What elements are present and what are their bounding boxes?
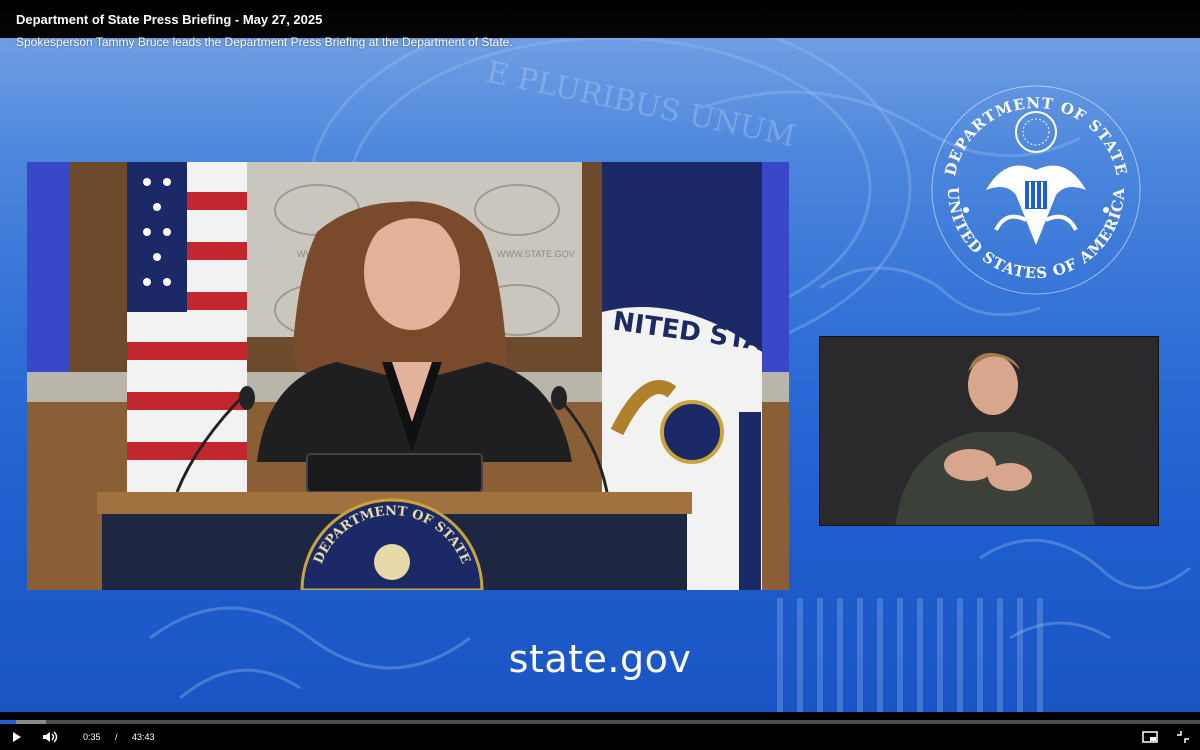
title-bar: Department of State Press Briefing - May… bbox=[0, 0, 1200, 38]
exit-fullscreen-button[interactable] bbox=[1176, 730, 1196, 746]
exit-fullscreen-icon bbox=[1177, 731, 1189, 743]
video-player[interactable]: E PLURIBUS UNUM Department of State Pres… bbox=[0, 0, 1200, 750]
play-icon bbox=[13, 732, 21, 742]
play-button[interactable] bbox=[10, 730, 30, 746]
played-bar bbox=[0, 720, 16, 724]
main-video-feed: WWW.STATE.GOV WWW.STATE.GOV bbox=[27, 162, 789, 590]
progress-bar[interactable] bbox=[0, 720, 1200, 724]
time-separator: / bbox=[115, 732, 118, 742]
current-time: 0:35 bbox=[83, 732, 101, 742]
video-description: Spokesperson Tammy Bruce leads the Depar… bbox=[16, 35, 513, 49]
sign-language-interpreter-feed bbox=[819, 336, 1159, 526]
press-room-scene: WWW.STATE.GOV WWW.STATE.GOV bbox=[27, 162, 789, 590]
interpreter-scene bbox=[820, 337, 1158, 525]
picture-in-picture-button[interactable] bbox=[1142, 730, 1162, 746]
video-title: Department of State Press Briefing - May… bbox=[16, 12, 323, 27]
site-label: state.gov bbox=[508, 637, 692, 681]
podium: DEPARTMENT OF STATE bbox=[97, 492, 692, 590]
picture-in-picture-icon bbox=[1142, 731, 1158, 743]
svg-text:DEPARTMENT OF STATE: DEPARTMENT OF STATE bbox=[941, 94, 1131, 178]
department-of-state-seal: DEPARTMENT OF STATE UNITED STATES OF AME… bbox=[931, 85, 1141, 295]
svg-text:WWW.STATE.GOV: WWW.STATE.GOV bbox=[497, 249, 575, 259]
player-controls: 0:35 / 43:43 bbox=[0, 712, 1200, 750]
mute-button[interactable] bbox=[42, 730, 62, 746]
volume-icon bbox=[43, 731, 58, 743]
svg-text:E PLURIBUS UNUM: E PLURIBUS UNUM bbox=[483, 55, 798, 155]
duration: 43:43 bbox=[132, 732, 155, 742]
us-flag bbox=[127, 162, 247, 492]
